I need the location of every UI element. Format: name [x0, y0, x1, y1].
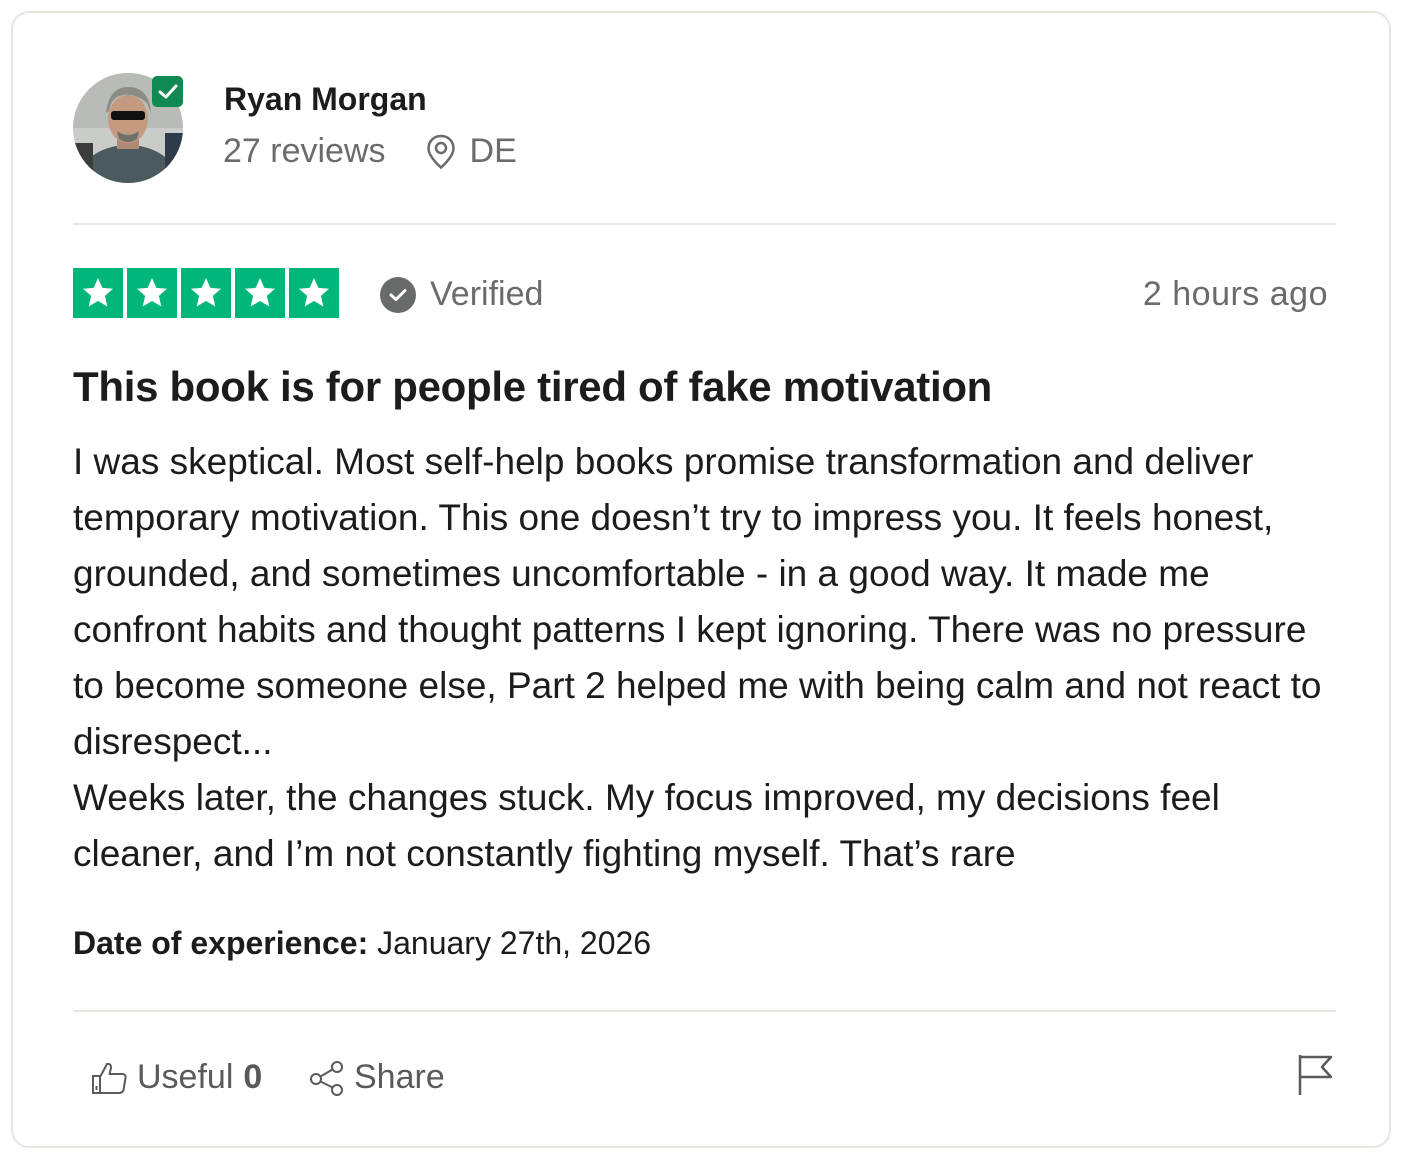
useful-label: Useful — [137, 1058, 234, 1096]
share-icon — [308, 1060, 346, 1096]
verified-text: Verified — [430, 275, 544, 313]
divider — [73, 1010, 1336, 1012]
star-icon — [235, 268, 285, 318]
reviews-count: 27 reviews — [223, 132, 386, 170]
useful-button[interactable]: Useful 0 — [91, 1058, 262, 1097]
useful-count: 0 — [243, 1058, 263, 1096]
star-icon — [127, 268, 177, 318]
share-button[interactable]: Share — [308, 1058, 445, 1097]
reviewer-name[interactable]: Ryan Morgan — [224, 81, 427, 118]
review-paragraph: Weeks later, the changes stuck. My focus… — [73, 777, 1220, 874]
verified-label[interactable]: Verified — [380, 275, 543, 314]
review-title[interactable]: This book is for people tired of fake mo… — [73, 363, 992, 411]
date-of-experience: Date of experience: January 27th, 2026 — [73, 925, 651, 962]
star-icon — [73, 268, 123, 318]
reviewer-country: DE — [469, 132, 517, 170]
star-icon — [289, 268, 339, 318]
verified-badge-icon — [152, 76, 183, 107]
review-paragraph: I was skeptical. Most self-help books pr… — [73, 441, 1322, 762]
review-card: Ryan Morgan 27 reviews DE Verified 2 hou… — [11, 11, 1391, 1148]
review-time: 2 hours ago — [1142, 275, 1328, 313]
date-label: Date of experience: — [73, 925, 369, 961]
reviewer-meta: 27 reviews DE — [223, 132, 517, 171]
divider — [73, 223, 1336, 225]
location-pin-icon — [426, 134, 456, 170]
date-value: January 27th, 2026 — [377, 925, 652, 961]
star-rating — [73, 268, 339, 318]
star-icon — [181, 268, 231, 318]
share-label: Share — [354, 1058, 445, 1096]
flag-icon[interactable] — [1296, 1053, 1336, 1102]
check-circle-icon — [380, 276, 416, 313]
review-body: I was skeptical. Most self-help books pr… — [73, 434, 1343, 882]
thumbs-up-icon — [91, 1060, 129, 1096]
